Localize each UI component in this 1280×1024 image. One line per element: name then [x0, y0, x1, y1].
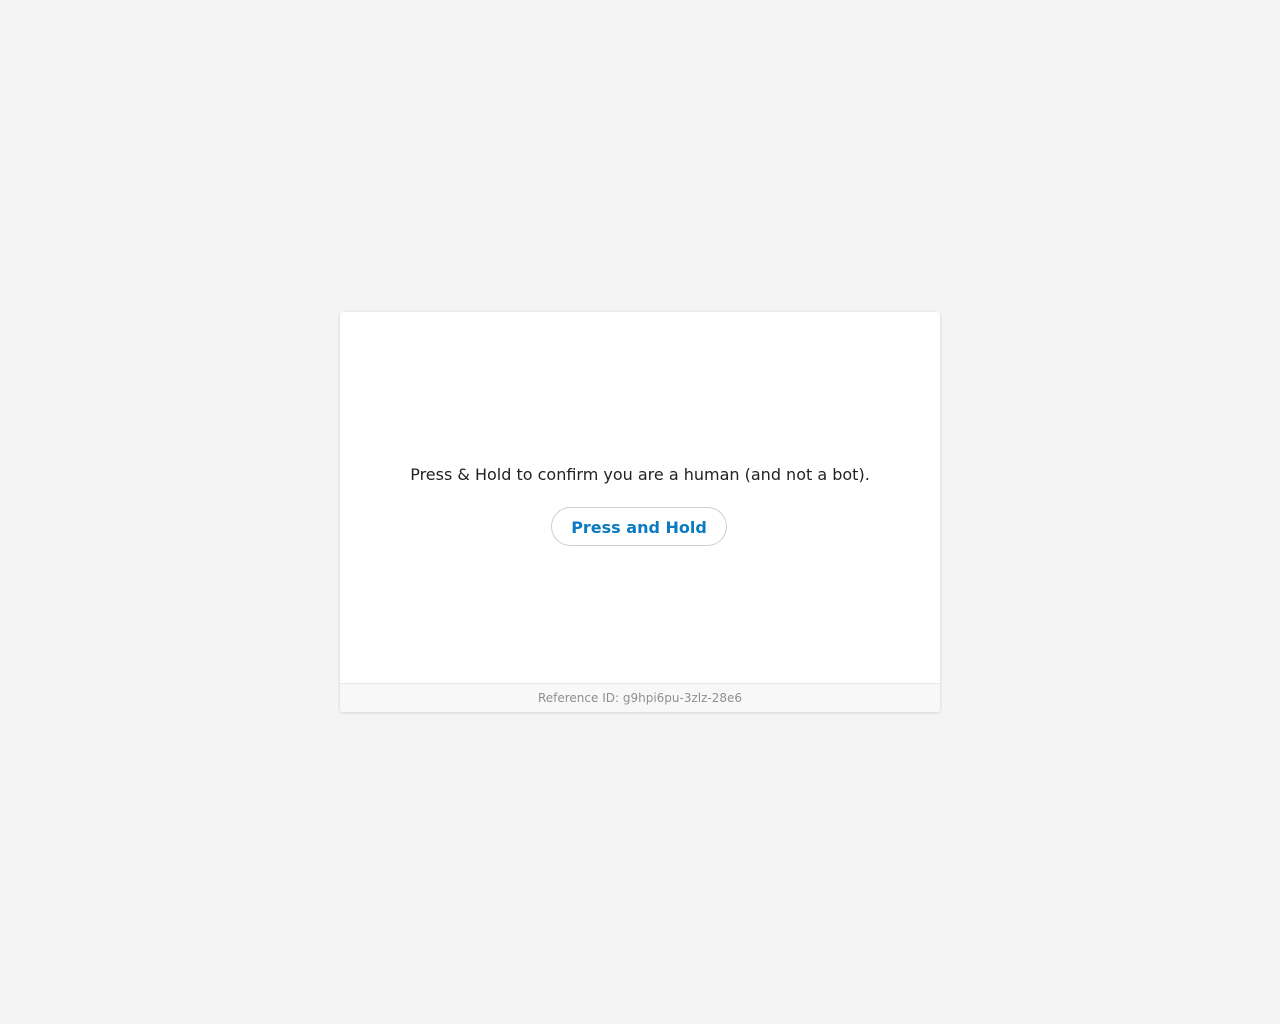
reference-id: g9hpi6pu-3zlz-28e6	[622, 691, 743, 705]
reference-label: Reference ID:	[537, 691, 620, 705]
reference-footer: Reference ID: g9hpi6pu-3zlz-28e6	[340, 683, 940, 712]
press-and-hold-button[interactable]: Press and Hold	[551, 507, 727, 546]
challenge-prompt: Press & Hold to confirm you are a human …	[410, 465, 870, 484]
captcha-card: Press & Hold to confirm you are a human …	[340, 312, 940, 712]
captcha-body: Press & Hold to confirm you are a human …	[340, 312, 940, 683]
